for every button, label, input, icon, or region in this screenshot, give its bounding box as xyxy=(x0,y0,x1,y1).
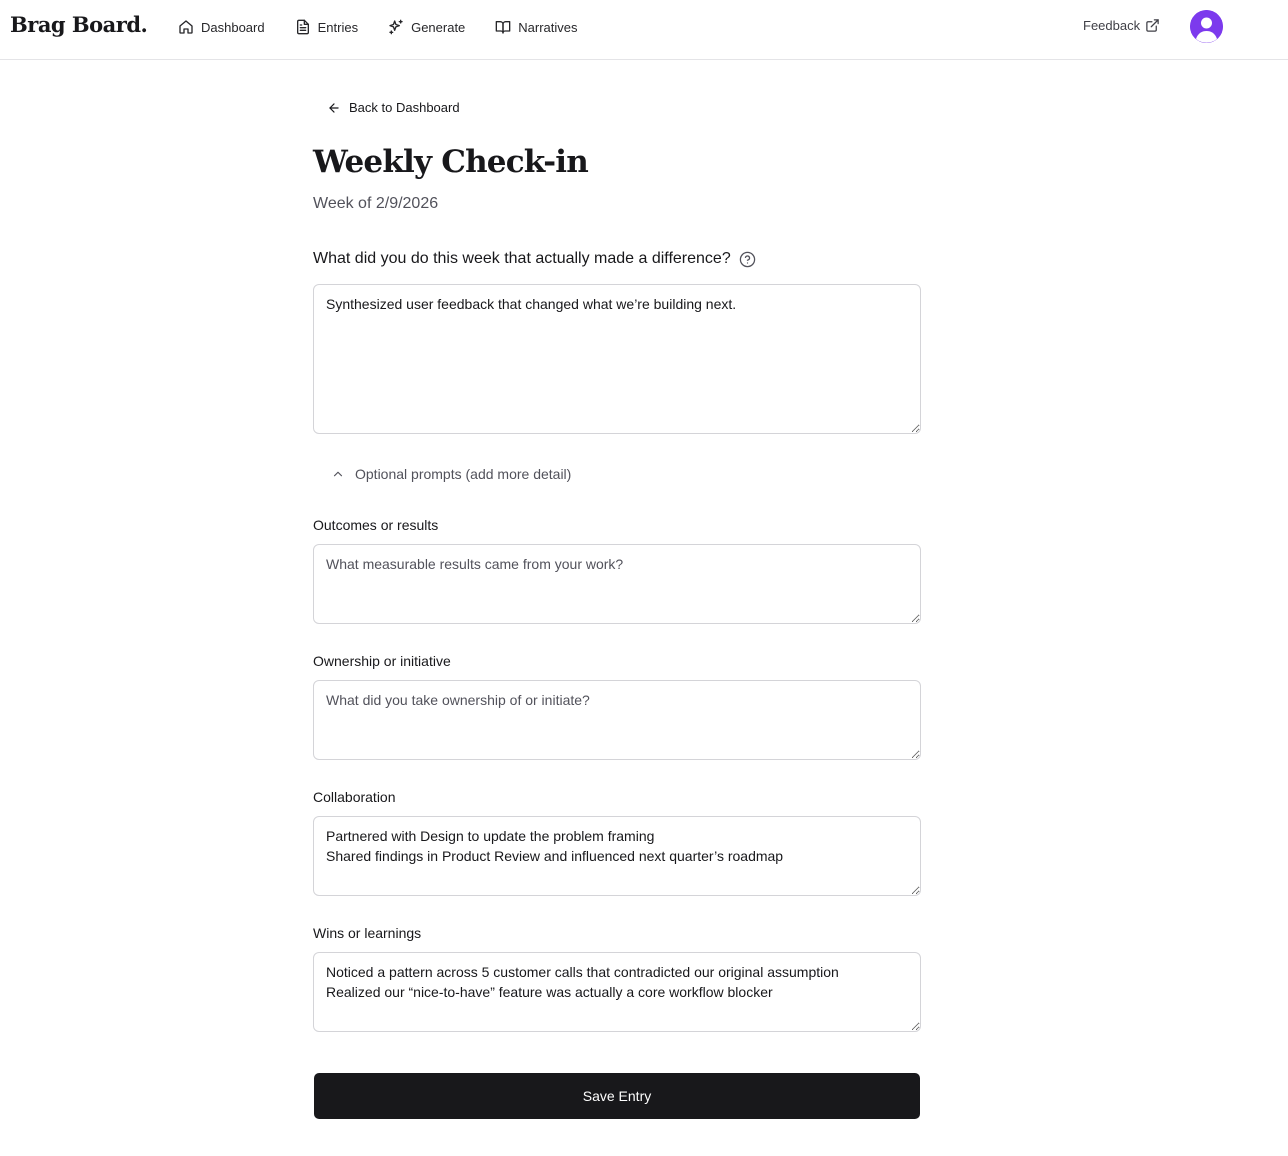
nav-label-dashboard: Dashboard xyxy=(201,19,265,35)
feedback-label: Feedback xyxy=(1083,18,1141,33)
arrow-left-icon xyxy=(329,102,339,113)
nav-label-narratives: Narratives xyxy=(518,19,578,35)
save-entry-button[interactable]: Save Entry xyxy=(314,1073,920,1119)
main-question-label: What did you do this week that actually … xyxy=(313,250,731,267)
outcomes-label: Outcomes or results xyxy=(313,517,439,533)
nav-item-dashboard[interactable]: Dashboard xyxy=(178,17,265,37)
user-avatar[interactable] xyxy=(1190,10,1223,43)
top-navbar: Brag Board. Dashboard Entries Generate N… xyxy=(0,0,1288,60)
collaboration-label: Collaboration xyxy=(313,789,396,805)
file-text-icon xyxy=(296,19,309,35)
main-nav: Dashboard Entries Generate Narratives xyxy=(178,17,608,37)
sparkles-icon xyxy=(389,19,403,35)
nav-item-entries[interactable]: Entries xyxy=(295,17,358,37)
nav-label-generate: Generate xyxy=(411,19,466,35)
main-answer-textarea[interactable]: Synthesized user feedback that changed w… xyxy=(313,284,921,434)
wins-textarea[interactable]: Noticed a pattern across 5 customer call… xyxy=(313,952,921,1032)
nav-item-narratives[interactable]: Narratives xyxy=(495,17,578,37)
feedback-link[interactable]: Feedback xyxy=(1083,18,1160,33)
optional-prompts-label: Optional prompts (add more detail) xyxy=(355,466,572,482)
optional-prompts-toggle[interactable]: Optional prompts (add more detail) xyxy=(331,466,571,482)
nav-item-generate[interactable]: Generate xyxy=(388,17,465,37)
external-link-icon xyxy=(1146,19,1159,32)
brand-logo[interactable]: Brag Board. xyxy=(10,12,148,37)
page-title: Weekly Check-in xyxy=(313,144,589,180)
outcomes-textarea[interactable] xyxy=(313,544,921,624)
collaboration-textarea[interactable]: Partnered with Design to update the prob… xyxy=(313,816,921,896)
home-icon xyxy=(179,20,193,34)
ownership-textarea[interactable] xyxy=(313,680,921,760)
chevron-up-icon xyxy=(333,471,343,477)
main-question: What did you do this week that actually … xyxy=(313,250,756,268)
wins-label: Wins or learnings xyxy=(313,925,422,941)
user-icon xyxy=(1190,10,1223,43)
back-label: Back to Dashboard xyxy=(349,100,460,115)
ownership-label: Ownership or initiative xyxy=(313,653,451,669)
back-to-dashboard-link[interactable]: Back to Dashboard xyxy=(327,100,460,115)
help-circle-icon[interactable] xyxy=(739,251,756,268)
nav-label-entries: Entries xyxy=(317,19,359,35)
book-open-icon xyxy=(495,21,511,34)
week-subtitle: Week of 2/9/2026 xyxy=(313,195,439,212)
